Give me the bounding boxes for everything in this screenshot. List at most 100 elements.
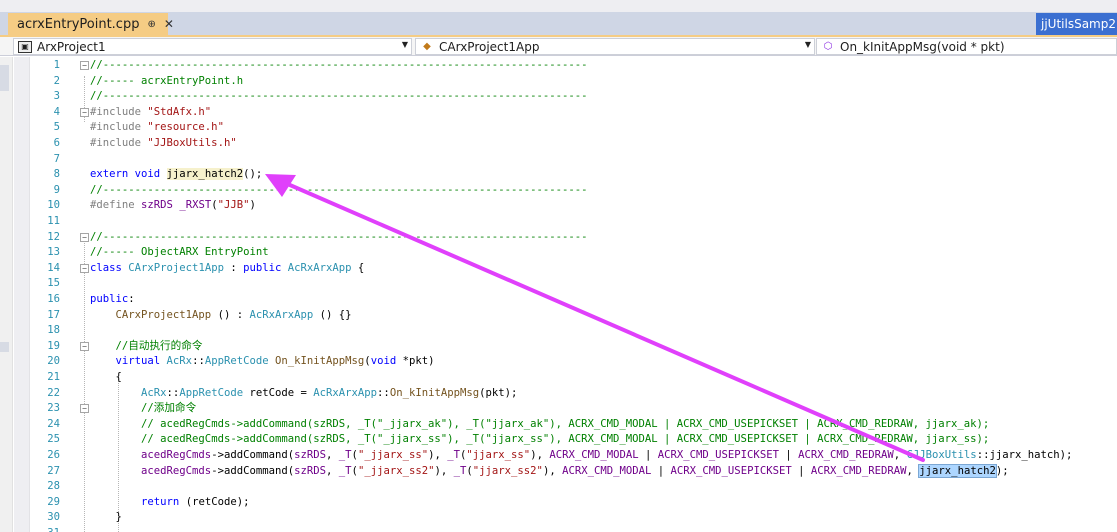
code-line[interactable]: 23 − //添加命令	[30, 401, 1117, 417]
code-text: class CArxProject1App : public AcRxArxAp…	[90, 261, 364, 277]
code-line[interactable]: 6 #include "JJBoxUtils.h"	[30, 136, 1117, 152]
tab-acrxentrypoint[interactable]: acrxEntryPoint.cpp ⊕ ✕	[8, 13, 174, 35]
code-token: CArxProject1App	[128, 261, 224, 274]
code-token: ::	[166, 386, 180, 399]
code-line[interactable]: 14 − class CArxProject1App : public AcRxAr…	[30, 261, 1117, 277]
chevron-down-icon[interactable]: ▼	[402, 40, 408, 49]
code-token: jjarx_hatch2	[918, 463, 997, 478]
code-token: _T	[338, 449, 352, 461]
code-line[interactable]: 7	[30, 152, 1117, 168]
code-line[interactable]: 1 −//------------------------------------…	[30, 58, 1117, 74]
code-token: AcRx	[141, 386, 167, 399]
code-text: #include "StdAfx.h"	[90, 105, 211, 121]
code-line[interactable]: 5 #include "resource.h"	[30, 120, 1117, 136]
code-line[interactable]: 28	[30, 479, 1117, 495]
navigation-bar: ▣ ArxProject1 ▼ ◆ CArxProject1App ▼ ⬡ On…	[0, 37, 1117, 56]
code-token: "_jjarx_ss2"	[357, 464, 435, 477]
code-text: //--------------------------------------…	[90, 89, 587, 105]
code-line[interactable]: 20 virtual AcRx::AppRetCode On_kInitAppM…	[30, 354, 1117, 370]
code-text: //----- ObjectARX EntryPoint	[90, 245, 269, 261]
code-text: acedRegCmds->addCommand(szRDS, _T("_jjar…	[90, 463, 1009, 480]
code-token: On_kInitAppMsg	[275, 355, 365, 368]
code-text: //自动执行的命令	[90, 339, 203, 355]
code-line[interactable]: 31	[30, 526, 1117, 532]
code-text: public:	[90, 292, 135, 308]
fold-toggle-icon[interactable]: −	[80, 404, 89, 414]
code-token: //----- ObjectARX EntryPoint	[90, 246, 269, 259]
code-text: #include "JJBoxUtils.h"	[90, 136, 237, 152]
code-line[interactable]: 21 {	[30, 370, 1117, 386]
code-token: //--------------------------------------…	[90, 230, 588, 243]
code-token: |	[778, 449, 799, 461]
code-token: "_jjarx_ss"	[357, 449, 429, 461]
code-line[interactable]: 26 acedRegCmds->addCommand(szRDS, _T("_j…	[30, 448, 1117, 464]
code-line[interactable]: 19 − //自动执行的命令	[30, 339, 1117, 355]
code-line[interactable]: 12 −//-----------------------------------…	[30, 230, 1117, 246]
code-line[interactable]: 9 //-------------------------------------…	[30, 183, 1117, 199]
code-line[interactable]: 16 public:	[30, 292, 1117, 308]
code-line[interactable]: 8 extern void jjarx_hatch2();	[30, 167, 1117, 183]
line-number: 22	[47, 386, 60, 399]
line-number: 27	[47, 464, 60, 477]
line-number: 13	[47, 246, 60, 259]
line-number: 5	[53, 121, 60, 134]
code-token: extern void	[90, 168, 167, 181]
line-number: 4	[53, 105, 60, 118]
code-line[interactable]: 4 − #include "StdAfx.h"	[30, 105, 1117, 121]
code-token: );	[995, 464, 1009, 477]
code-line[interactable]: 18	[30, 323, 1117, 339]
code-line[interactable]: 27 acedRegCmds->addCommand(szRDS, _T("_j…	[30, 463, 1117, 480]
project-dropdown[interactable]: ▣ ArxProject1 ▼	[13, 38, 412, 55]
scope-dropdown[interactable]: ◆ CArxProject1App ▼	[415, 38, 815, 55]
code-line[interactable]: 3 //-------------------------------------…	[30, 89, 1117, 105]
code-token: ),	[542, 464, 563, 477]
code-token: ,	[326, 449, 339, 461]
code-token: {	[90, 371, 122, 383]
code-line[interactable]: 25 // acedRegCmds->addCommand(szRDS, _T(…	[30, 432, 1117, 448]
line-number: 14	[47, 261, 60, 274]
code-line[interactable]: 10 #define szRDS _RXST("JJB")	[30, 198, 1117, 214]
code-line[interactable]: 22 AcRx::AppRetCode retCode = AcRxArxApp…	[30, 386, 1117, 402]
code-token: {	[351, 261, 365, 274]
code-line[interactable]: 15	[30, 276, 1117, 292]
chevron-down-icon[interactable]: ▼	[805, 40, 811, 49]
code-token: |	[638, 449, 658, 461]
fold-toggle-icon[interactable]: −	[80, 61, 89, 70]
code-text: acedRegCmds->addCommand(szRDS, _T("_jjar…	[90, 448, 1072, 464]
code-text: //--------------------------------------…	[90, 183, 587, 199]
fold-toggle-icon[interactable]: −	[80, 263, 89, 273]
line-number: 6	[53, 137, 60, 149]
code-token: _T	[447, 449, 461, 461]
close-icon[interactable]: ✕	[164, 17, 174, 31]
code-line[interactable]: 17 CArxProject1App () : AcRxArxApp () {}	[30, 308, 1117, 324]
code-token: _RXST	[179, 199, 212, 212]
fold-toggle-icon[interactable]: −	[80, 107, 89, 117]
pin-icon[interactable]: ⊕	[147, 19, 155, 30]
code-line[interactable]: 13 //----- ObjectARX EntryPoint	[30, 245, 1117, 261]
code-token: ),	[434, 464, 454, 477]
line-number: 12	[47, 230, 60, 243]
code-editor[interactable]: 1−//------------------------------------…	[30, 57, 1117, 532]
code-token: ACRX_CMD_USEPICKSET	[657, 449, 779, 461]
code-line[interactable]: 2 //----- acrxEntryPoint.h	[30, 74, 1117, 90]
member-dropdown[interactable]: ⬡ On_kInitAppMsg(void * pkt)	[816, 38, 1117, 55]
fold-toggle-icon[interactable]: −	[80, 232, 89, 242]
code-text: // acedRegCmds->addCommand(szRDS, _T("_j…	[90, 417, 989, 433]
code-token: "jjarx_ss"	[466, 449, 531, 461]
indicator-margin[interactable]	[14, 57, 30, 532]
tab-jjutilssamp2[interactable]: jjUtilsSamp2.c	[1036, 13, 1117, 35]
code-line[interactable]: 11	[30, 214, 1117, 230]
code-line[interactable]: 29 return (retCode);	[30, 495, 1117, 511]
code-token: _T	[338, 464, 352, 477]
project-dropdown-value: ArxProject1	[37, 39, 106, 54]
code-line[interactable]: 30 }	[30, 510, 1117, 526]
fold-toggle-icon[interactable]: −	[80, 341, 89, 351]
line-number: 25	[47, 433, 60, 446]
code-token: _T	[453, 464, 467, 477]
code-line[interactable]: 24 // acedRegCmds->addCommand(szRDS, _T(…	[30, 417, 1117, 433]
